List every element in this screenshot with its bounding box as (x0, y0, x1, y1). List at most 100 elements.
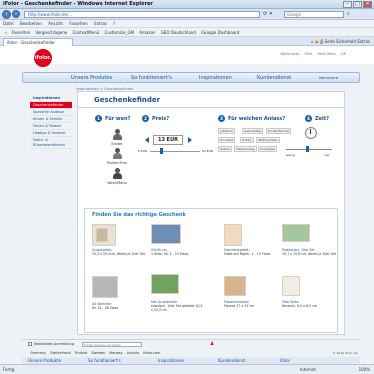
occasion-tag[interactable]: Ostern (218, 146, 233, 152)
favorite-link[interactable]: Vorgeschlagene (35, 30, 67, 35)
product-text: Fotoschiesspad Format 17 x 23 cm (224, 300, 278, 308)
person-label-mutter[interactable]: Mutter/Frau (105, 161, 129, 165)
favorite-link[interactable]: Amazon (139, 30, 155, 35)
menu-item-datei[interactable]: Datei (3, 21, 14, 26)
footer-nav-link[interactable]: Kundendienst (218, 357, 245, 364)
person-label-kinder[interactable]: Kinder (105, 142, 129, 146)
country-link[interactable]: Austria (127, 351, 139, 355)
footer-nav-link[interactable]: So funktioniert's (88, 357, 121, 364)
time-min-label: wenig (286, 153, 295, 157)
forward-button[interactable]: › (12, 10, 20, 18)
sidebar-item-inspirationen[interactable]: Inspirationen (30, 95, 72, 102)
step-1-label: Für wen? (105, 116, 131, 122)
favorite-link[interactable]: GEO Deutschland (161, 30, 196, 35)
woman-icon[interactable] (112, 148, 122, 160)
country-link[interactable]: Sweden (91, 351, 105, 355)
man-icon[interactable] (112, 168, 122, 180)
menu-item-bearbeiten[interactable]: Bearbeiten (20, 21, 42, 26)
product-desc: 10,5 x 20,5cm, Werte je 10er Set (92, 252, 145, 256)
footer-nav-link[interactable]: Unsere Produkte (28, 357, 61, 364)
sidebar-item-kinder-familie[interactable]: Kinder & Familie (30, 116, 72, 123)
top-link[interactable]: Warenkorb (281, 52, 300, 56)
occasion-tag[interactable]: Kinder/Familie (266, 128, 292, 134)
site-logo[interactable]: ifolor. (34, 49, 52, 67)
country-link[interactable]: Finland (75, 351, 88, 355)
favorites-label[interactable]: Favoriten (12, 30, 31, 35)
country-link[interactable]: Germany (30, 351, 46, 355)
maximize-button[interactable]: □ (353, 1, 362, 8)
product-image-postcards[interactable] (282, 224, 310, 242)
menu-item-extras[interactable]: Extras (94, 21, 107, 26)
favorite-link[interactable]: iGoogle Dashboard (201, 30, 239, 35)
nav-products[interactable]: Unsere Produkte (71, 73, 112, 84)
footer-nav-link[interactable]: ifolor (280, 357, 290, 364)
back-button[interactable]: ‹ (2, 10, 11, 19)
sidebar-item-geschenkefinder[interactable]: Geschenkefinder (30, 102, 72, 109)
zoom-level[interactable]: 100% (359, 365, 370, 374)
price-slider-handle[interactable] (160, 148, 163, 154)
newsletter-checkbox[interactable] (28, 342, 32, 346)
occasion-tag[interactable]: Valentinstag (234, 146, 257, 152)
favorites-star-icon[interactable]: ★ (4, 30, 8, 35)
search-input[interactable]: Google (284, 11, 344, 18)
menu-item-favoriten[interactable]: Favoriten (69, 21, 88, 26)
refresh-icon[interactable]: ⟳ ✕ (263, 11, 281, 18)
child-icon[interactable] (112, 129, 122, 141)
price-increase-arrow-icon[interactable] (188, 137, 192, 143)
tools-menu[interactable]: Extras (357, 39, 370, 44)
nav-cart[interactable]: Warenkorb (319, 73, 338, 84)
clock-hand (310, 129, 311, 134)
price-decrease-arrow-icon[interactable] (145, 137, 149, 143)
person-label-vater[interactable]: Vater/Mann (105, 181, 129, 185)
country-link[interactable]: Norway (109, 351, 122, 355)
top-link[interactable]: DE (341, 52, 346, 56)
top-link[interactable]: Mein ifolor (318, 52, 336, 56)
menu-item-ansicht[interactable]: Ansicht (48, 21, 63, 26)
product-image-mousepad[interactable] (224, 276, 246, 296)
step-1-number: 1 (95, 115, 102, 122)
country-link[interactable]: Switzerland (50, 351, 70, 355)
menu-item-help[interactable]: ? (113, 21, 115, 26)
occasion-tag[interactable]: Geburtstag (242, 128, 263, 134)
product-image-poster[interactable] (151, 224, 181, 244)
product-image-mug[interactable] (282, 276, 300, 296)
feed-icon[interactable]: ▣ (315, 39, 319, 44)
sidebar-item-hobbys-vereine[interactable]: Hobbys & Vereine (30, 130, 72, 137)
time-slider-handle[interactable] (306, 146, 309, 152)
occasion-tag[interactable]: Sonstiges (258, 146, 277, 152)
product-text: Falt-Grusskarten klassisch, 10er Set gefa… (151, 300, 205, 312)
country-link[interactable]: ifolor.com (143, 351, 160, 355)
top-link[interactable]: Hilfe (304, 52, 312, 56)
home-icon[interactable]: ⌂ (311, 39, 314, 44)
occasion-tag[interactable]: Jubiläum (218, 128, 236, 134)
safety-menu[interactable]: Sicherheit (336, 39, 356, 44)
sidebar-item-natur-buero[interactable]: Natur- & Bürodekorationen (30, 137, 72, 149)
nav-inspirations[interactable]: Inspirationen (199, 73, 232, 84)
footer-nav-link[interactable]: Inspirationen (158, 357, 184, 364)
product-image-card[interactable] (96, 228, 108, 242)
nav-customer-service[interactable]: Kundendienst (257, 73, 291, 84)
sidebar-item-spezielle-anlaesse[interactable]: Spezielle Anlässe (30, 109, 72, 116)
product-image-gift-pack[interactable] (224, 224, 242, 246)
print-icon[interactable]: ⎙ (320, 39, 323, 44)
time-slider-track[interactable] (286, 149, 332, 150)
browser-tab[interactable]: ifolor - Geschenkefinder (3, 38, 73, 46)
url-input[interactable]: http://www.ifolor.de/... (24, 11, 260, 18)
step-2-number: 2 (142, 115, 149, 122)
occasion-tag[interactable]: Weihnachten (256, 137, 280, 143)
search-icon[interactable]: ⌕ (347, 11, 350, 17)
close-button[interactable]: × (363, 1, 372, 8)
newsletter-email-input[interactable]: E-Mail Adresse eingeben (82, 342, 142, 347)
product-image-folded-cards[interactable] (151, 274, 179, 294)
product-image-calendar[interactable] (92, 276, 118, 298)
price-slider-track[interactable] (150, 151, 200, 152)
favorite-link[interactable]: ContextMenü (73, 30, 100, 35)
page-menu[interactable]: Seite (325, 39, 335, 44)
minimize-button[interactable]: – (343, 1, 352, 8)
sidebar-item-ferien-reisen[interactable]: Ferien & Reisen (30, 123, 72, 130)
occasion-tag[interactable]: Hochzeit (218, 137, 236, 143)
favorite-link[interactable]: Customize_GM (104, 30, 134, 35)
favorites-bar: ★ Favoriten Vorgeschlagene ContextMenü Cu… (0, 28, 374, 37)
occasion-tag[interactable]: Hobby (240, 137, 254, 143)
nav-how-it-works[interactable]: So funktioniert's (131, 73, 172, 84)
